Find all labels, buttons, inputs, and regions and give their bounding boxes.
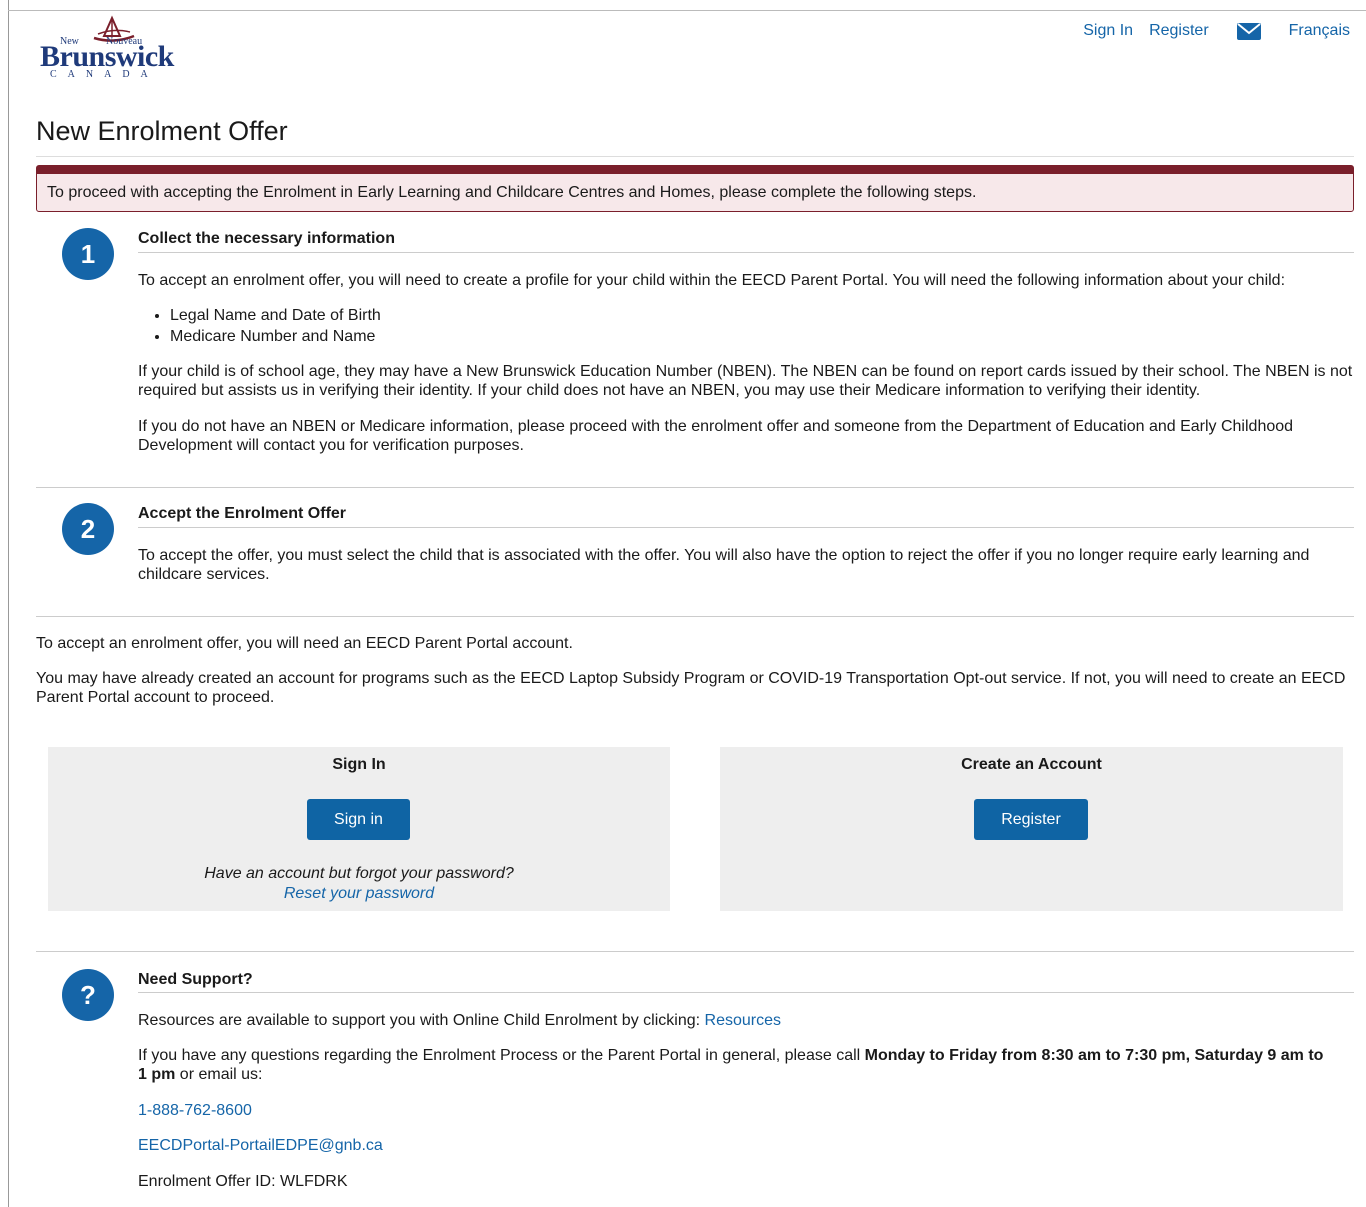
question-icon: ? xyxy=(62,969,114,1021)
logo-country: CANADA xyxy=(50,69,159,80)
nav-register-link[interactable]: Register xyxy=(1149,22,1209,40)
frame-border xyxy=(8,0,9,1207)
step-1-nben-text: If your child is of school age, they may… xyxy=(138,363,1353,399)
nav-sign-in-link[interactable]: Sign In xyxy=(1083,22,1133,40)
step-1-title: Collect the necessary information xyxy=(138,230,395,247)
nb-logo[interactable]: New Nouveau Brunswick CANADA xyxy=(40,14,180,80)
questions-text: If you have any questions regarding the … xyxy=(138,1046,1354,1084)
phone-row: 1-888-762-8600 xyxy=(138,1101,1354,1120)
step-1-badge: 1 xyxy=(62,228,114,280)
list-item: Medicare Number and Name xyxy=(170,326,381,347)
step-1-verification-text: If you do not have an NBEN or Medicare i… xyxy=(138,418,1294,454)
support-hours-line1: Monday to Friday from 8:30 am to 7:30 pm… xyxy=(864,1047,1324,1064)
support-hours-line2: 1 pm xyxy=(138,1066,176,1083)
reset-password-link[interactable]: Reset your password xyxy=(284,885,434,902)
top-navigation: Sign In Register Français xyxy=(1083,22,1350,40)
instructions-alert: To proceed with accepting the Enrolment … xyxy=(36,165,1354,212)
account-required-text: To accept an enrolment offer, you will n… xyxy=(36,635,573,652)
account-existing-text: You may have already created an account … xyxy=(36,670,1346,706)
create-account-panel: Create an Account Register xyxy=(720,747,1343,911)
section-divider xyxy=(36,616,1354,617)
sign-in-panel: Sign In Sign in Have an account but forg… xyxy=(48,747,670,911)
sign-in-panel-title: Sign In xyxy=(332,756,386,773)
support-title: Need Support? xyxy=(138,971,253,988)
phone-link[interactable]: 1-888-762-8600 xyxy=(138,1102,252,1119)
email-link[interactable]: EECDPortal-PortailEDPE@gnb.ca xyxy=(138,1137,383,1154)
resources-text: Resources are available to support you w… xyxy=(138,1011,1354,1030)
frame-border-top xyxy=(8,10,1366,11)
step-1-intro: To accept an enrolment offer, you will n… xyxy=(138,272,1286,289)
resources-label: Resources are available to support you w… xyxy=(138,1012,701,1029)
questions-pre: If you have any questions regarding the … xyxy=(138,1047,861,1064)
step-2-badge: 2 xyxy=(62,503,114,555)
email-row: EECDPortal-PortailEDPE@gnb.ca xyxy=(138,1136,1354,1155)
language-toggle-link[interactable]: Français xyxy=(1289,22,1350,40)
step-2-divider xyxy=(138,527,1354,528)
questions-post: or email us: xyxy=(179,1066,263,1083)
step-2-text: To accept the offer, you must select the… xyxy=(138,547,1310,583)
forgot-password-note: Have an account but forgot your password… xyxy=(48,864,670,904)
page-title: New Enrolment Offer xyxy=(36,116,288,146)
register-button[interactable]: Register xyxy=(974,799,1088,840)
resources-link[interactable]: Resources xyxy=(705,1012,781,1029)
required-info-list: Legal Name and Date of Birth Medicare Nu… xyxy=(138,305,381,347)
sign-in-button[interactable]: Sign in xyxy=(307,799,410,840)
offer-id: Enrolment Offer ID: WLFDRK xyxy=(138,1173,348,1190)
create-account-panel-title: Create an Account xyxy=(961,756,1102,773)
section-divider xyxy=(36,487,1354,488)
section-divider xyxy=(36,951,1354,952)
envelope-icon[interactable] xyxy=(1236,22,1261,40)
forgot-password-text: Have an account but forgot your password… xyxy=(204,865,514,882)
list-item: Legal Name and Date of Birth xyxy=(170,305,381,326)
step-1-divider xyxy=(138,252,1354,253)
support-divider xyxy=(138,992,1354,993)
step-2-title: Accept the Enrolment Offer xyxy=(138,505,347,522)
title-divider xyxy=(36,156,1354,157)
